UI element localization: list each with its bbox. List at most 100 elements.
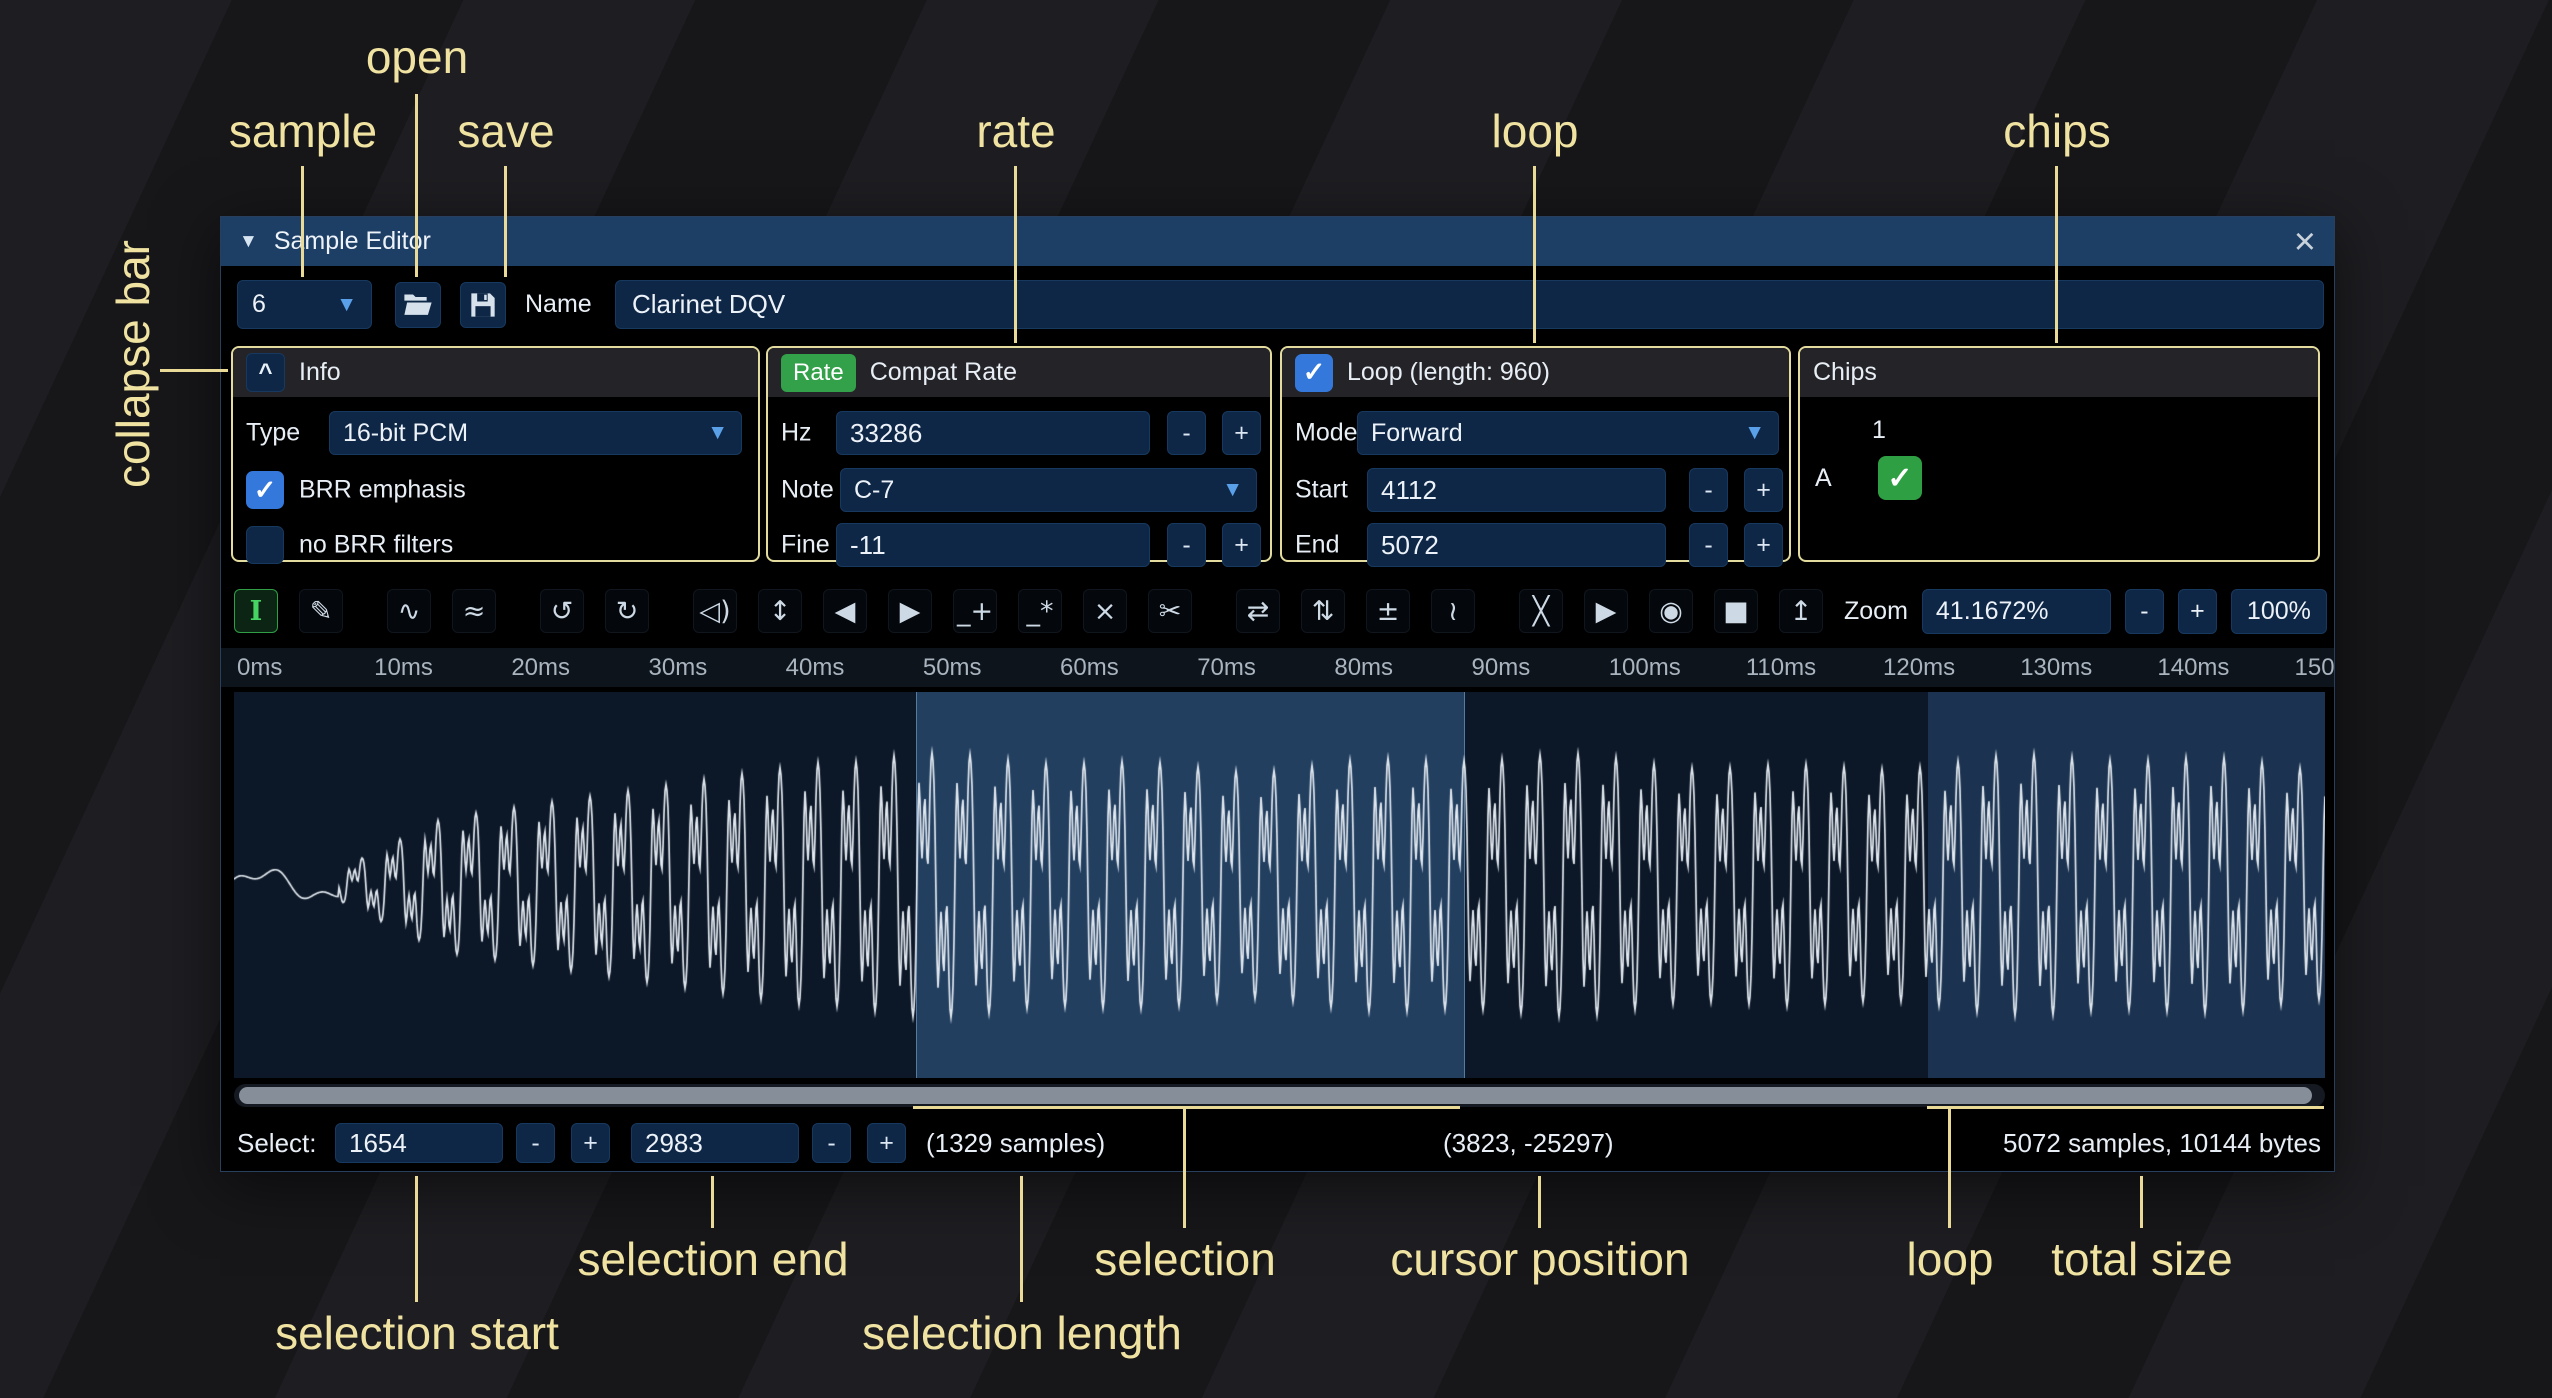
titlebar[interactable]: ▼ Sample Editor × [221, 217, 2334, 266]
fine-decrement-button[interactable]: - [1167, 523, 1206, 567]
loop-end-increment-button[interactable]: + [1744, 523, 1783, 567]
normalize-button[interactable]: ↕ [758, 589, 802, 633]
apply-filter-button[interactable]: ≀ [1431, 589, 1475, 633]
brr-emphasis-label: BRR emphasis [299, 476, 466, 505]
ruler-tick: 50ms [923, 654, 982, 682]
apply-silence-button[interactable]: _* [1018, 589, 1062, 633]
insert-silence-button[interactable]: _+ [953, 589, 997, 633]
selection-start-increment-button[interactable]: + [571, 1123, 610, 1163]
chip-enable-checkbox[interactable]: ✓ [1878, 456, 1922, 500]
note-row: Note C-7 ▼ [768, 467, 1270, 513]
loop-start-decrement-button[interactable]: - [1689, 468, 1728, 512]
close-icon[interactable]: × [2294, 223, 2316, 261]
ruler-tick: 80ms [1334, 654, 1393, 682]
zoom-input[interactable]: 41.1672% [1922, 589, 2111, 634]
resample-button[interactable]: ∿ [387, 589, 431, 633]
collapse-bar-button[interactable]: ^ [246, 353, 285, 392]
screenshot-root: sample open save rate loop chips collaps… [0, 0, 2552, 1398]
reverse-button[interactable]: ⇄ [1236, 589, 1280, 633]
open-sample-button[interactable] [395, 282, 441, 328]
loop-start-row: Start 4112 - + [1282, 467, 1789, 513]
preview-button[interactable]: ▶ [1584, 589, 1628, 633]
fine-increment-button[interactable]: + [1222, 523, 1261, 567]
sample-name-input[interactable]: Clarinet DQV [615, 280, 2324, 329]
crossfade-loop-button[interactable]: ╳ [1519, 589, 1563, 633]
select-mode-button[interactable]: I [234, 589, 278, 633]
annotation-loop: loop [1492, 104, 1579, 158]
stop-button[interactable]: ■ [1714, 589, 1758, 633]
annotation-save: save [457, 104, 554, 158]
ruler-tick: 20ms [511, 654, 570, 682]
import-button[interactable]: ↥ [1779, 589, 1823, 633]
brr-emphasis-checkbox[interactable]: ✓ [246, 471, 284, 509]
cursor-position-text: (3823, -25297) [1443, 1120, 1614, 1166]
delete-button[interactable]: × [1083, 589, 1127, 633]
waveform-display[interactable] [234, 692, 2325, 1078]
preview-cursor-button[interactable]: ◉ [1649, 589, 1693, 633]
ruler-tick: 130ms [2020, 654, 2092, 682]
horizontal-scrollbar[interactable] [234, 1084, 2325, 1107]
no-brr-filters-checkbox[interactable] [246, 526, 284, 564]
hz-decrement-button[interactable]: - [1167, 411, 1206, 455]
selection-end-input[interactable]: 2983 [631, 1123, 799, 1163]
loop-end-decrement-button[interactable]: - [1689, 523, 1728, 567]
loop-mode-value: Forward [1371, 419, 1463, 448]
selection-start-decrement-button[interactable]: - [516, 1123, 555, 1163]
annotation-line-selection [1183, 1106, 1186, 1228]
ruler-tick: 40ms [786, 654, 845, 682]
window-collapse-icon[interactable]: ▼ [239, 231, 258, 253]
chip-column-label: 1 [1872, 408, 1886, 452]
info-panel-header: ^ Info [233, 348, 758, 397]
brr-emphasis-row: ✓ BRR emphasis [233, 467, 758, 513]
check-icon: ✓ [1887, 461, 1912, 496]
sample-number-select[interactable]: 6 ▼ [237, 280, 372, 329]
zoom-cluster: Zoom 41.1672% - + 100% [1844, 589, 2327, 634]
create-wavetable-button[interactable]: ≈ [452, 589, 496, 633]
loop-end-input[interactable]: 5072 [1367, 523, 1666, 567]
selection-start-input[interactable]: 1654 [335, 1123, 503, 1163]
zoom-out-button[interactable]: - [2125, 589, 2164, 634]
loop-start-input[interactable]: 4112 [1367, 468, 1666, 512]
chip-row-label: A [1815, 456, 1832, 500]
annotation-sample: sample [229, 104, 377, 158]
selection-end-decrement-button[interactable]: - [812, 1123, 851, 1163]
annotation-chips: chips [2003, 104, 2110, 158]
fine-input[interactable]: -11 [836, 523, 1150, 567]
folder-open-icon [403, 292, 433, 318]
annotation-line-selection-start [415, 1176, 418, 1302]
draw-mode-button[interactable]: ✎ [299, 589, 343, 633]
loop-enable-checkbox[interactable]: ✓ [1295, 354, 1333, 392]
chevron-down-icon: ▼ [1222, 478, 1243, 502]
redo-button[interactable]: ↻ [605, 589, 649, 633]
hz-input[interactable]: 33286 [836, 411, 1150, 455]
loop-panel: ✓ Loop (length: 960) Mode Forward ▼ Star… [1280, 346, 1791, 562]
exchange-sign-button[interactable]: ± [1366, 589, 1410, 633]
loop-start-increment-button[interactable]: + [1744, 468, 1783, 512]
fade-out-button[interactable]: ▶ [888, 589, 932, 633]
timeline-ruler[interactable]: 0ms10ms20ms30ms40ms50ms60ms70ms80ms90ms1… [221, 648, 2334, 687]
fade-in-button[interactable]: ◀ [823, 589, 867, 633]
loop-end-row: End 5072 - + [1282, 522, 1789, 568]
scrollbar-thumb[interactable] [239, 1087, 2312, 1104]
undo-button[interactable]: ↺ [540, 589, 584, 633]
type-label: Type [246, 419, 300, 448]
amplify-button[interactable]: ◁) [693, 589, 737, 633]
loop-mode-label: Mode [1295, 419, 1358, 448]
trim-button[interactable]: ✂ [1148, 589, 1192, 633]
info-panel: ^ Info Type 16-bit PCM ▼ ✓ BRR emphasis … [231, 346, 760, 562]
zoom-in-button[interactable]: + [2178, 589, 2217, 634]
sample-type-select[interactable]: 16-bit PCM ▼ [329, 411, 742, 455]
invert-button[interactable]: ⇅ [1301, 589, 1345, 633]
ruler-tick: 110ms [1746, 654, 1816, 682]
zoom-reset-button[interactable]: 100% [2231, 589, 2327, 634]
save-sample-button[interactable] [460, 282, 506, 328]
annotation-open: open [366, 30, 468, 84]
chevron-down-icon: ▼ [336, 293, 357, 317]
ruler-tick: 100ms [1609, 654, 1681, 682]
loop-mode-select[interactable]: Forward ▼ [1357, 411, 1779, 455]
no-brr-filters-label: no BRR filters [299, 531, 453, 560]
selection-end-increment-button[interactable]: + [867, 1123, 906, 1163]
note-select[interactable]: C-7 ▼ [840, 468, 1257, 512]
hz-increment-button[interactable]: + [1222, 411, 1261, 455]
rate-panel-title: Compat Rate [870, 358, 1017, 387]
